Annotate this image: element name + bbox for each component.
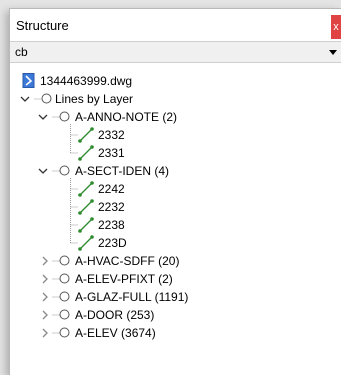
tree-line-item[interactable]: 2331 (78, 144, 198, 162)
tree-line-item[interactable]: 2232 (78, 198, 198, 216)
chevron-down-icon[interactable] (38, 112, 48, 122)
root-label: Lines by Layer (55, 92, 134, 106)
structure-panel: Structure x cb 1344463999.dwg Lines by L… (9, 8, 341, 375)
polyline-icon (78, 235, 94, 251)
radio-circle-icon (59, 165, 70, 176)
triangle-down-icon[interactable] (327, 44, 339, 60)
tree-line-item[interactable]: 223D (78, 234, 198, 252)
tree-layer-node[interactable]: A-DOOR (253) (38, 306, 258, 324)
line-item-label: 2331 (98, 146, 125, 160)
polyline-icon (78, 217, 94, 233)
radio-circle-icon (59, 327, 70, 338)
polyline-icon (78, 145, 94, 161)
tree-layer-node[interactable]: A-ELEV-PFIXT (2) (38, 270, 258, 288)
tree-line-item[interactable]: 2238 (78, 216, 198, 234)
line-item-label: 2242 (98, 182, 125, 196)
line-item-label: 223D (98, 236, 127, 250)
tree-line-item[interactable]: 2332 (78, 126, 198, 144)
radio-circle-icon (59, 111, 70, 122)
layer-label: A-DOOR (253) (75, 308, 155, 322)
layer-label: A-ELEV (3674) (75, 326, 156, 340)
structure-tree: 1344463999.dwg Lines by Layer A-ANNO-NOT… (10, 65, 341, 375)
chevron-right-icon[interactable] (40, 328, 50, 338)
radio-circle-icon (59, 291, 70, 302)
radio-circle-icon (59, 273, 70, 284)
layer-label: A-HVAC-SDFF (20) (75, 254, 180, 268)
panel-titlebar[interactable]: Structure x (10, 9, 341, 39)
file-name: 1344463999.dwg (40, 74, 133, 88)
close-button[interactable]: x (331, 15, 341, 39)
dwg-file-icon (22, 73, 36, 88)
chevron-right-icon[interactable] (40, 310, 50, 320)
chevron-down-icon[interactable] (20, 94, 30, 104)
line-item-label: 2232 (98, 200, 125, 214)
polyline-icon (78, 199, 94, 215)
layer-label: A-GLAZ-FULL (1191) (75, 290, 189, 304)
layer-label: A-ANNO-NOTE (2) (75, 110, 177, 124)
tree-layer-node[interactable]: A-HVAC-SDFF (20) (38, 252, 258, 270)
chevron-down-icon[interactable] (38, 166, 48, 176)
filter-combobox[interactable]: cb (10, 41, 341, 63)
chevron-right-icon[interactable] (40, 256, 50, 266)
polyline-icon (78, 127, 94, 143)
tree-layer-node[interactable]: A-GLAZ-FULL (1191) (38, 288, 258, 306)
tree-layer-node[interactable]: A-ANNO-NOTE (2) (38, 108, 238, 126)
layer-label: A-ELEV-PFIXT (2) (75, 272, 173, 286)
tree-layer-node[interactable]: A-SECT-IDEN (4) (38, 162, 238, 180)
layer-label: A-SECT-IDEN (4) (75, 164, 170, 178)
radio-circle-icon (59, 309, 70, 320)
panel-title: Structure (16, 18, 69, 33)
tree-root-node[interactable]: Lines by Layer (20, 90, 220, 108)
radio-circle-icon (59, 255, 70, 266)
tree-line-item[interactable]: 2242 (78, 180, 198, 198)
chevron-right-icon[interactable] (40, 274, 50, 284)
chevron-right-icon[interactable] (40, 292, 50, 302)
radio-circle-icon (41, 93, 52, 104)
tree-layer-node[interactable]: A-ELEV (3674) (38, 324, 258, 342)
line-item-label: 2238 (98, 218, 125, 232)
filter-value[interactable]: cb (15, 45, 28, 59)
tree-file-node[interactable]: 1344463999.dwg (22, 72, 202, 90)
polyline-icon (78, 181, 94, 197)
line-item-label: 2332 (98, 128, 125, 142)
